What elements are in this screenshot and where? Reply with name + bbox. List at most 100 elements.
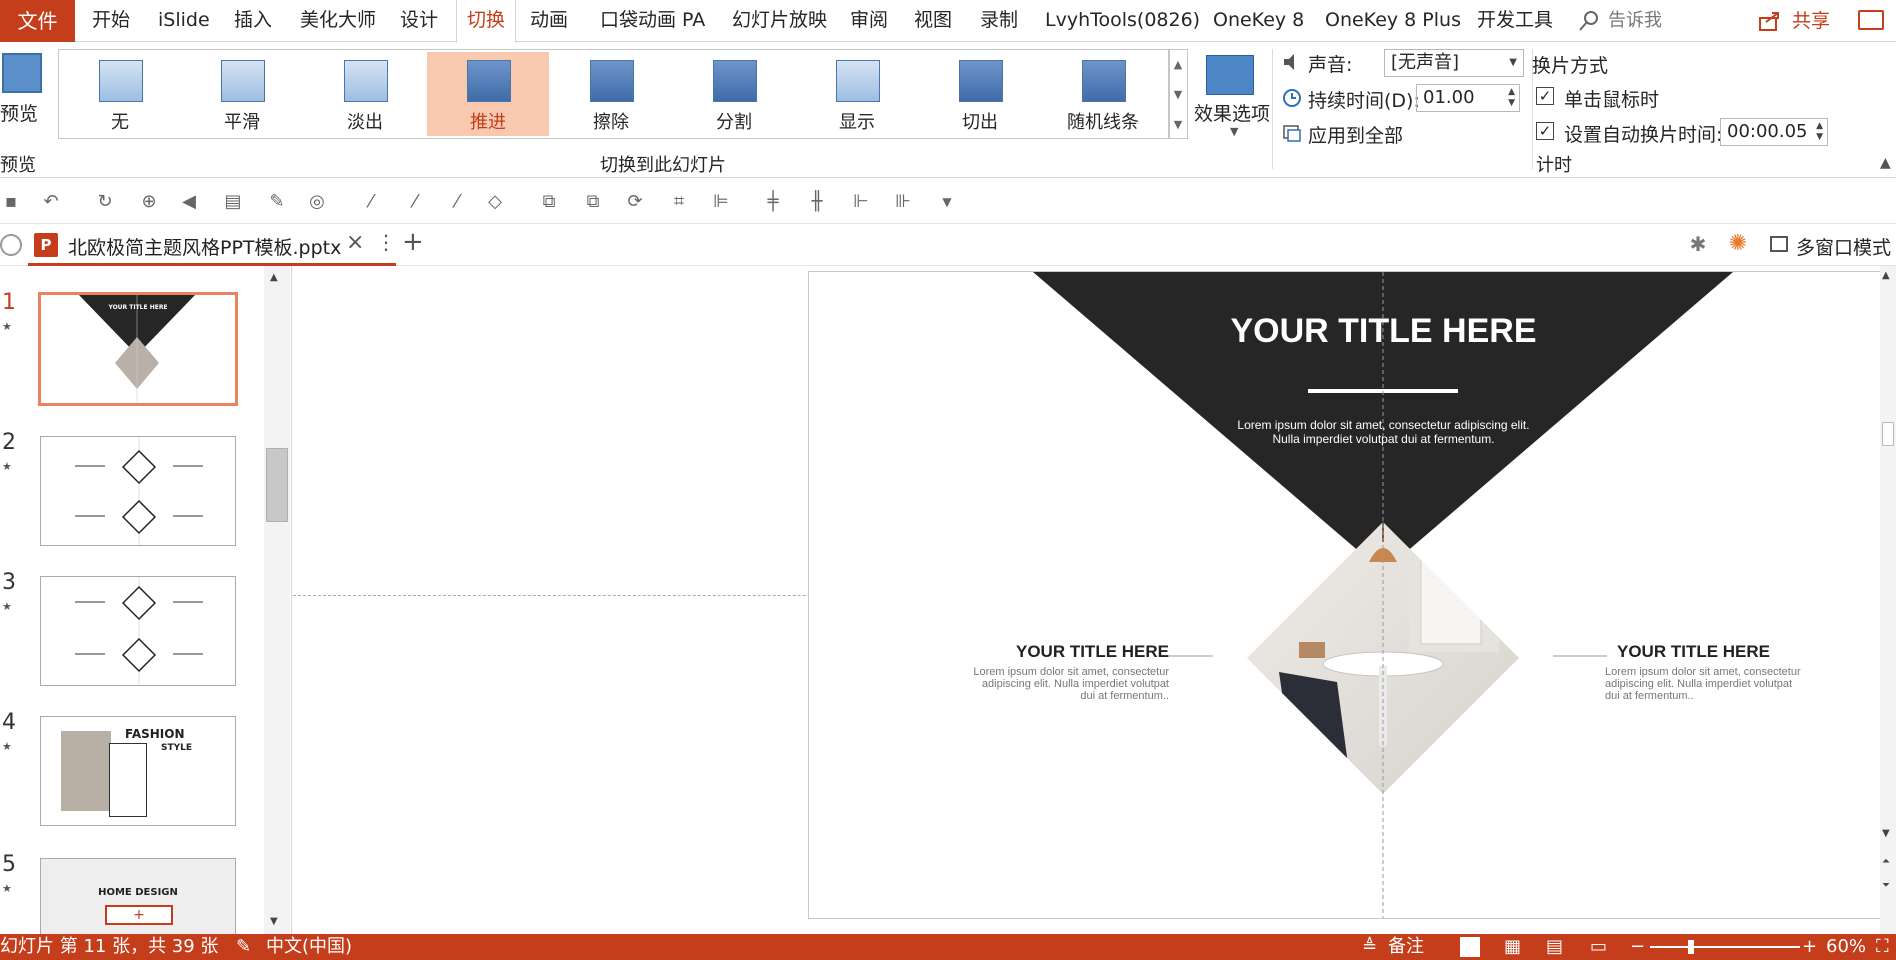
tab-record[interactable]: 录制 xyxy=(980,0,1018,42)
customize-qat-icon[interactable]: ▼ xyxy=(936,191,958,213)
send-backward-icon[interactable]: ⧉ xyxy=(582,191,604,213)
multi-window-button[interactable]: 多窗口模式 xyxy=(1796,233,1891,260)
transition-cut[interactable]: 切出 xyxy=(919,52,1041,136)
language-indicator[interactable]: 中文(中国) xyxy=(266,934,352,960)
after-time-input[interactable]: 00:00.05 ▲ ▼ xyxy=(1720,118,1828,146)
effect-options-button[interactable]: 效果选项 xyxy=(1194,99,1270,126)
scroll-up-icon[interactable]: ▲ xyxy=(1882,270,1890,281)
right-text-block[interactable]: YOUR TITLE HERE Lorem ipsum dolor sit am… xyxy=(1605,642,1845,702)
transition-split[interactable]: 分割 xyxy=(673,52,795,136)
slide-title[interactable]: YOUR TITLE HERE xyxy=(809,312,1896,351)
scroll-down-icon[interactable]: ▼ xyxy=(1882,828,1890,839)
distribute-v-icon[interactable]: ⊪ xyxy=(892,191,914,213)
left-text-block[interactable]: YOUR TITLE HERE Lorem ipsum dolor sit am… xyxy=(929,642,1169,702)
tab-islide[interactable]: iSlide xyxy=(158,0,210,42)
tab-transitions[interactable]: 切换 xyxy=(456,0,517,43)
slide-thumbnail-4[interactable]: FASHION STYLE xyxy=(40,716,236,826)
slide-editing-canvas[interactable]: YOUR TITLE HERE Lorem ipsum dolor sit am… xyxy=(293,266,1896,934)
scroll-up-icon[interactable]: ▲ xyxy=(270,272,278,283)
screen-record-icon[interactable]: ◀ xyxy=(178,191,200,213)
tab-animations[interactable]: 动画 xyxy=(530,0,568,42)
thumbnail-scrollbar[interactable] xyxy=(264,266,290,934)
tab-design[interactable]: 设计 xyxy=(400,0,438,42)
tab-review[interactable]: 审阅 xyxy=(850,0,888,42)
zoom-in-icon[interactable]: + xyxy=(1802,934,1817,960)
normal-view-icon[interactable] xyxy=(1460,937,1480,957)
zoom-slider[interactable] xyxy=(1650,946,1800,948)
file-menu[interactable]: 文件 xyxy=(0,0,75,42)
effect-options-icon[interactable] xyxy=(1206,55,1254,95)
crop-icon[interactable]: ⌗ xyxy=(668,191,690,213)
scroll-down-icon[interactable]: ▼ xyxy=(270,916,278,927)
rotate-icon[interactable]: ⟳ xyxy=(624,191,646,213)
slideshow-icon[interactable]: ▭ xyxy=(1590,934,1607,960)
preview-button-label[interactable]: 预览 xyxy=(0,99,38,126)
notes-button[interactable]: 备注 xyxy=(1388,934,1424,960)
home-icon[interactable] xyxy=(0,234,22,256)
sound-dropdown[interactable]: [无声音] ▼ xyxy=(1384,49,1524,77)
tab-home[interactable]: 开始 xyxy=(92,0,130,42)
gallery-scroll[interactable]: ▲ ▼ ▼ xyxy=(1168,49,1188,139)
align-center-icon[interactable]: ╪ xyxy=(762,191,784,213)
collapse-ribbon-icon[interactable]: ▲ xyxy=(1880,155,1891,171)
after-time-checkbox[interactable]: ✓ xyxy=(1536,122,1554,140)
spinner-icon[interactable]: ▲ ▼ xyxy=(1816,121,1823,143)
tab-onekey8plus[interactable]: OneKey 8 Plus xyxy=(1325,0,1461,42)
align-left-icon[interactable]: ⊫ xyxy=(710,191,732,213)
undo-icon[interactable]: ↶ xyxy=(40,191,62,213)
shape-merge-icon[interactable]: ◎ xyxy=(306,191,328,213)
reading-view-icon[interactable]: ▤ xyxy=(1546,934,1563,960)
close-icon[interactable]: × xyxy=(346,230,364,255)
apply-all-button[interactable]: 应用到全部 xyxy=(1308,121,1403,148)
zoom-level[interactable]: 60% xyxy=(1826,934,1866,960)
comment-icon[interactable] xyxy=(1858,10,1884,30)
slide-thumbnail-2[interactable] xyxy=(40,436,236,546)
save-icon[interactable]: ▪ xyxy=(0,191,22,213)
transition-fade[interactable]: 淡出 xyxy=(304,52,426,136)
format-painter-icon[interactable]: ✎ xyxy=(266,191,288,213)
thumbnail-scroll-thumb[interactable] xyxy=(266,448,288,522)
tab-view[interactable]: 视图 xyxy=(914,0,952,42)
transition-reveal[interactable]: 显示 xyxy=(796,52,918,136)
tab-onekey8[interactable]: OneKey 8 xyxy=(1213,0,1304,42)
spinner-icon[interactable]: ▲ ▼ xyxy=(1508,87,1515,109)
eyedropper-line-icon[interactable]: ⁄ xyxy=(404,191,426,213)
more-icon[interactable]: ⋮ xyxy=(376,230,396,254)
canvas-scroll-thumb[interactable] xyxy=(1882,422,1894,446)
transition-push[interactable]: 推进 xyxy=(427,52,549,136)
current-slide[interactable]: YOUR TITLE HERE Lorem ipsum dolor sit am… xyxy=(808,271,1896,919)
document-tab[interactable]: P 北欧极简主题风格PPT模板.pptx × ⋮ xyxy=(28,224,396,266)
slide-thumbnail-3[interactable] xyxy=(40,576,236,686)
tab-insert[interactable]: 插入 xyxy=(234,0,272,42)
presenter-icon[interactable]: ⊕ xyxy=(138,191,160,213)
transition-none[interactable]: 无 xyxy=(59,52,181,136)
zoom-out-icon[interactable]: − xyxy=(1630,934,1645,960)
share-button[interactable]: 共享 xyxy=(1792,0,1830,42)
chevron-down-icon[interactable]: ▼ xyxy=(1230,125,1238,138)
distribute-h-icon[interactable]: ⊩ xyxy=(850,191,872,213)
previous-slide-icon[interactable]: ⏶ xyxy=(1882,856,1890,867)
fit-slide-icon[interactable]: ⛶ xyxy=(1876,934,1889,960)
transition-random-bars[interactable]: 随机线条 xyxy=(1042,52,1164,136)
textbox-icon[interactable]: ▤ xyxy=(222,191,244,213)
preview-icon[interactable] xyxy=(2,53,42,93)
redo-icon[interactable]: ↻ xyxy=(94,191,116,213)
eyedropper-fill-icon[interactable]: ⁄ xyxy=(446,191,468,213)
on-click-checkbox[interactable]: ✓ xyxy=(1536,87,1554,105)
settings-icon[interactable]: ✺ xyxy=(1726,232,1750,256)
tab-developer[interactable]: 开发工具 xyxy=(1477,0,1553,42)
shapes-icon[interactable]: ◇ xyxy=(484,191,506,213)
transition-morph[interactable]: 平滑 xyxy=(181,52,303,136)
align-middle-icon[interactable]: ╫ xyxy=(806,191,828,213)
slide-thumbnail-5[interactable]: HOME DESIGN + xyxy=(40,858,236,934)
tab-slideshow[interactable]: 幻灯片放映 xyxy=(732,0,827,42)
canvas-scrollbar[interactable]: ▲ ▼ ⏶ ⏷ xyxy=(1880,266,1896,934)
transition-wipe[interactable]: 擦除 xyxy=(550,52,672,136)
duration-input[interactable]: 01.00 ▲ ▼ xyxy=(1416,84,1520,112)
tab-lvyhtools[interactable]: LvyhTools(0826) xyxy=(1045,0,1200,42)
eyedropper-icon[interactable]: ⁄ xyxy=(360,191,382,213)
slide-sorter-icon[interactable]: ▦ xyxy=(1504,934,1521,960)
tab-pocket-animation[interactable]: 口袋动画 PA xyxy=(600,0,705,42)
bring-forward-icon[interactable]: ⧉ xyxy=(538,191,560,213)
zoom-slider-thumb[interactable] xyxy=(1688,940,1694,954)
